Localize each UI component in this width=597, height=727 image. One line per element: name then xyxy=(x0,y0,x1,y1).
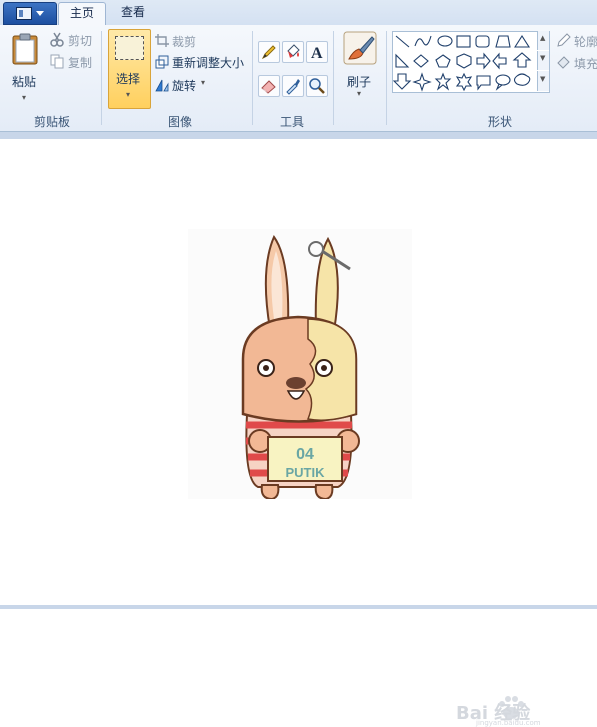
fill-label: 填充 xyxy=(574,57,597,71)
brushes-label: 刷子 xyxy=(347,75,372,89)
tools-group-label: 工具 xyxy=(279,115,304,129)
watermark: Bai 经验 jingyan.baidu.com xyxy=(456,695,594,727)
image-group-label: 图像 xyxy=(167,115,192,129)
paint-bucket-icon xyxy=(287,44,300,58)
shapes-gallery[interactable] xyxy=(392,31,550,93)
eyedropper-icon xyxy=(286,79,300,95)
chevron-down-icon xyxy=(36,11,44,16)
chevron-down-icon: ▾ xyxy=(201,78,206,87)
workspace-border xyxy=(0,132,597,139)
separator xyxy=(386,31,387,125)
chevron-down-icon: ▾ xyxy=(126,90,131,99)
crop-button[interactable]: 裁剪 xyxy=(155,33,205,49)
tab-home[interactable]: 主页 xyxy=(58,2,106,26)
select-button[interactable]: 选择 ▾ xyxy=(108,29,151,109)
pencil-tool[interactable] xyxy=(258,41,280,63)
paste-label: 粘贴 xyxy=(12,75,37,89)
scissors-icon xyxy=(50,32,64,47)
rotate-button[interactable]: 旋转 ▾ xyxy=(155,77,215,93)
ribbon: 粘贴 ▾ 剪切 复制 剪贴板 选择 ▾ 裁剪 重新调整大小 旋转 ▾ 图像 A … xyxy=(0,25,597,132)
document-icon xyxy=(16,7,32,20)
outline-label: 轮廓 xyxy=(574,35,597,49)
resize-button[interactable]: 重新调整大小 xyxy=(155,54,250,70)
cut-button[interactable]: 剪切 xyxy=(50,32,96,48)
text-icon: A xyxy=(311,45,323,62)
clipboard-group-label: 剪贴板 xyxy=(33,115,70,129)
shapes-expand[interactable]: ▼ xyxy=(537,71,549,91)
rotate-icon xyxy=(155,79,169,92)
separator xyxy=(252,31,253,125)
fill-bucket-icon xyxy=(557,56,570,69)
copy-label: 复制 xyxy=(68,56,93,70)
shape-fill-button[interactable]: 填充 xyxy=(556,55,597,71)
paste-button[interactable]: 粘贴 ▾ xyxy=(6,29,44,103)
shapes-scroll-down[interactable]: ▼ xyxy=(537,51,549,70)
eraser-tool[interactable] xyxy=(258,75,280,97)
shapes-group-label: 形状 xyxy=(487,115,512,129)
brushes-button[interactable]: 刷子 ▾ xyxy=(339,29,381,103)
chevron-up-icon: ▲ xyxy=(540,34,546,42)
crop-label: 裁剪 xyxy=(172,35,197,49)
brush-icon xyxy=(343,31,377,65)
copy-icon xyxy=(50,54,64,69)
separator xyxy=(333,31,334,125)
chevron-down-icon: ▾ xyxy=(22,93,27,102)
magnifier-tool[interactable] xyxy=(306,75,328,97)
workspace-bottom-border xyxy=(0,605,597,609)
ribbon-tab-bar: 主页 查看 xyxy=(0,0,597,26)
shapes-grid-icon xyxy=(392,34,532,92)
shape-outline-button[interactable]: 轮廓 xyxy=(556,33,597,49)
chevron-down-icon: ▾ xyxy=(357,89,362,98)
copy-button[interactable]: 复制 xyxy=(50,54,96,70)
pencil-icon xyxy=(261,45,276,60)
cut-label: 剪切 xyxy=(68,34,93,48)
rotate-label: 旋转 xyxy=(172,79,197,93)
resize-icon xyxy=(155,55,169,69)
color-picker-tool[interactable] xyxy=(282,75,304,97)
rabbit-illustration: 04 PUTIK xyxy=(188,229,412,499)
separator xyxy=(101,31,102,125)
resize-label: 重新调整大小 xyxy=(172,56,245,70)
select-label: 选择 xyxy=(116,72,141,86)
paint-menu-button[interactable] xyxy=(3,2,57,25)
svg-text:A: A xyxy=(311,45,323,62)
text-tool[interactable]: A xyxy=(306,41,328,63)
shapes-scroll-up[interactable]: ▲ xyxy=(537,31,549,50)
crop-icon xyxy=(155,34,169,47)
expand-icon: ▼ xyxy=(540,75,546,83)
card-line1: 04 xyxy=(296,446,314,463)
outline-pencil-icon xyxy=(557,33,571,47)
watermark-sub: jingyan.baidu.com xyxy=(476,719,541,727)
selection-rectangle-icon xyxy=(115,36,144,60)
card-line2: PUTIK xyxy=(286,465,326,480)
tab-view[interactable]: 查看 xyxy=(110,2,156,24)
fill-tool[interactable] xyxy=(282,41,304,63)
clipboard-icon xyxy=(12,33,38,65)
eraser-icon xyxy=(261,80,276,94)
tools-palette: A xyxy=(258,41,328,99)
magnifier-icon xyxy=(309,78,325,94)
drawing-canvas[interactable]: 04 PUTIK Bai 经验 jingyan.baidu.com xyxy=(0,139,597,727)
chevron-down-icon: ▼ xyxy=(540,54,546,62)
